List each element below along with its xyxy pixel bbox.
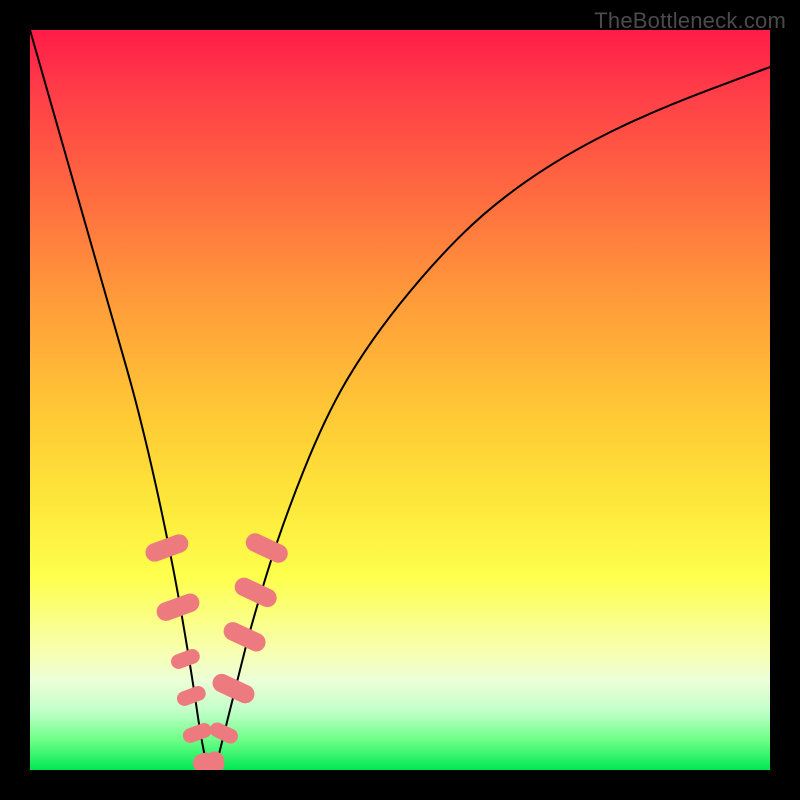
chart-svg (30, 30, 770, 770)
marker (207, 720, 240, 746)
marker (169, 647, 202, 671)
watermark-text: TheBottleneck.com (594, 8, 786, 34)
plot-area (30, 30, 770, 770)
marker (243, 530, 291, 566)
marker (175, 684, 208, 708)
marker (206, 752, 225, 771)
marker (181, 721, 214, 745)
bottleneck-curve (30, 30, 770, 770)
marker (209, 671, 257, 707)
marker (232, 575, 280, 611)
